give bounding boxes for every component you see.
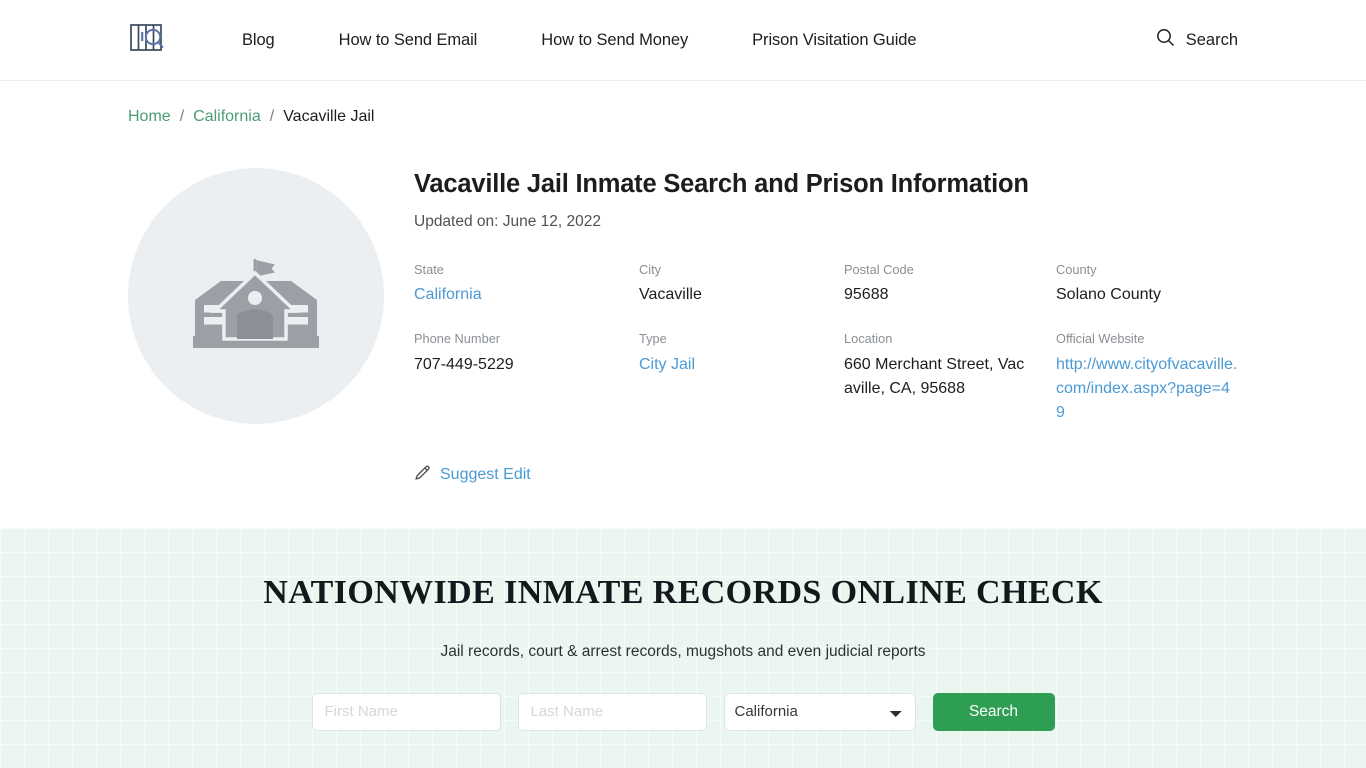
breadcrumb-separator: /: [179, 108, 185, 125]
info-label-postal-code: Postal Code: [844, 262, 914, 277]
band-subheading: Jail records, court & arrest records, mu…: [440, 642, 926, 660]
info-field-county: County Solano County: [1056, 261, 1238, 307]
state-select[interactable]: AlabamaAlaskaArizonaArkansasCalifornia: [723, 692, 916, 731]
info-label-county: County: [1056, 262, 1097, 277]
facility-thumbnail: [128, 168, 384, 424]
first-name-input[interactable]: [311, 692, 501, 731]
facility-info-grid: State California City Vacaville Postal C…: [414, 261, 1238, 425]
info-value-official-website[interactable]: http://www.cityofvacaville.com/index.asp…: [1056, 353, 1238, 425]
last-name-input[interactable]: [517, 692, 707, 731]
header-search-label: Search: [1185, 30, 1238, 49]
primary-navigation: Blog How to Send Email How to Send Money…: [214, 31, 948, 50]
search-icon: [1156, 28, 1175, 52]
nav-item-blog[interactable]: Blog: [214, 31, 307, 50]
info-label-phone-number: Phone Number: [414, 331, 501, 347]
info-field-city: City Vacaville: [639, 261, 844, 307]
band-heading: NATIONWIDE INMATE RECORDS ONLINE CHECK: [263, 573, 1103, 611]
facility-details: Vacaville Jail Inmate Search and Prison …: [414, 168, 1238, 486]
suggest-edit-link[interactable]: Suggest Edit: [414, 464, 1238, 486]
page-title: Vacaville Jail Inmate Search and Prison …: [414, 170, 1029, 198]
info-value-type[interactable]: City Jail: [639, 356, 695, 373]
jail-bars-magnifier-logo-icon: [129, 21, 167, 60]
breadcrumb-item-home[interactable]: Home: [128, 108, 171, 126]
breadcrumb-separator: /: [269, 108, 275, 125]
info-field-postal-code: Postal Code 95688: [844, 261, 1056, 307]
info-field-type: Type City Jail: [639, 330, 844, 424]
building-courthouse-icon: [185, 235, 327, 358]
breadcrumb-item-california[interactable]: California: [193, 108, 261, 126]
inmate-search-form: AlabamaAlaskaArizonaArkansasCalifornia S…: [0, 692, 1366, 731]
pencil-icon: [414, 464, 431, 486]
header-search-toggle[interactable]: Search: [1156, 28, 1238, 52]
last-updated: Updated on: June 12, 2022: [414, 213, 602, 230]
info-label-location: Location: [844, 331, 893, 347]
info-value-county: Solano County: [1056, 286, 1161, 304]
info-field-official-website: Official Website http://www.cityofvacavi…: [1056, 330, 1238, 424]
info-label-official-website: Official Website: [1056, 331, 1145, 347]
info-label-state: State: [414, 262, 444, 277]
nav-item-prison-visitation-guide[interactable]: Prison Visitation Guide: [720, 31, 948, 50]
info-label-type: Type: [639, 331, 667, 347]
info-label-city: City: [639, 262, 662, 277]
info-value-state[interactable]: California: [414, 286, 482, 303]
search-submit-button[interactable]: Search: [932, 692, 1055, 731]
suggest-edit-label: Suggest Edit: [440, 465, 531, 483]
info-value-city: Vacaville: [639, 286, 702, 304]
info-field-phone-number: Phone Number 707-449-5229: [414, 330, 639, 424]
nationwide-search-band: NATIONWIDE INMATE RECORDS ONLINE CHECK J…: [0, 528, 1366, 768]
site-logo[interactable]: [128, 20, 168, 60]
info-field-location: Location 660 Merchant Street, Vacaville,…: [844, 330, 1056, 424]
nav-item-how-to-send-money[interactable]: How to Send Money: [509, 31, 720, 50]
facility-thumbnail-circle: [128, 168, 384, 424]
nav-item-how-to-send-email[interactable]: How to Send Email: [307, 31, 510, 50]
breadcrumb-item-current: Vacaville Jail: [283, 108, 375, 125]
info-field-state: State California: [414, 261, 639, 307]
breadcrumb: Home / California / Vacaville Jail: [0, 81, 1366, 126]
info-value-postal-code: 95688: [844, 286, 889, 304]
facility-overview: Vacaville Jail Inmate Search and Prison …: [0, 126, 1366, 486]
site-header: Blog How to Send Email How to Send Money…: [0, 0, 1366, 81]
info-value-phone-number: 707-449-5229: [414, 355, 514, 373]
info-value-location: 660 Merchant Street, Vacaville, CA, 9568…: [844, 355, 1025, 397]
